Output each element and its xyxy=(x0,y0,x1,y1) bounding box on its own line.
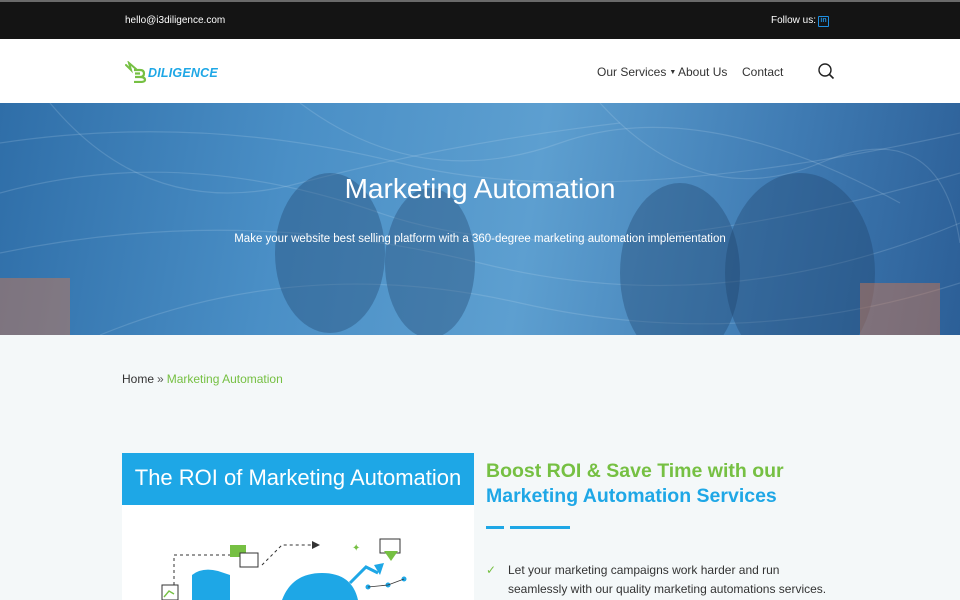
breadcrumb: Home» Marketing Automation xyxy=(122,372,283,386)
section-heading-blue: Marketing Automation Services xyxy=(486,485,777,507)
hero-background-image xyxy=(0,103,960,335)
nav-about-us[interactable]: About Us xyxy=(678,65,727,79)
hero-banner: Marketing Automation Make your website b… xyxy=(0,103,960,335)
contact-email-link[interactable]: hello@i3diligence.com xyxy=(125,15,225,26)
nav-contact[interactable]: Contact xyxy=(742,65,783,79)
breadcrumb-separator: » xyxy=(157,372,164,386)
nav-our-services-label: Our Services xyxy=(597,65,667,79)
checkmark-icon: ✓ xyxy=(486,563,497,577)
roi-image-title: The ROI of Marketing Automation xyxy=(134,465,462,490)
page-title: Marketing Automation xyxy=(344,173,616,204)
nav-our-services[interactable]: Our Services ▼ xyxy=(597,65,676,79)
section-heading-green: Boost ROI & Save Time with our xyxy=(486,460,784,482)
site-header: DILIGENCE Our Services ▼ About Us Contact xyxy=(0,39,960,103)
roi-illustration-graphic: ✦ xyxy=(161,538,407,600)
feature-text: Let your marketing campaigns work harder… xyxy=(508,563,827,596)
top-bar: hello@i3diligence.com Follow us: in xyxy=(0,0,960,39)
svg-text:✦: ✦ xyxy=(352,543,360,554)
heading-divider-long xyxy=(510,526,570,529)
page-subtitle: Make your website best selling platform … xyxy=(234,233,726,245)
follow-us-label: Follow us: xyxy=(771,15,817,26)
roi-image-banner: The ROI of Marketing Automation xyxy=(122,453,474,505)
breadcrumb-home-link[interactable]: Home xyxy=(122,372,154,386)
section-heading: Boost ROI & Save Time with our Marketing… xyxy=(486,459,846,509)
logo[interactable]: DILIGENCE xyxy=(125,61,235,83)
logo-mark-icon xyxy=(125,61,147,83)
chevron-down-icon: ▼ xyxy=(669,69,677,77)
search-icon[interactable] xyxy=(817,62,835,80)
logo-text: DILIGENCE xyxy=(148,66,218,80)
breadcrumb-current: Marketing Automation xyxy=(166,372,283,386)
roi-illustration: ✦ xyxy=(122,505,474,600)
heading-divider-short xyxy=(486,526,504,529)
linkedin-icon[interactable]: in xyxy=(818,16,829,27)
